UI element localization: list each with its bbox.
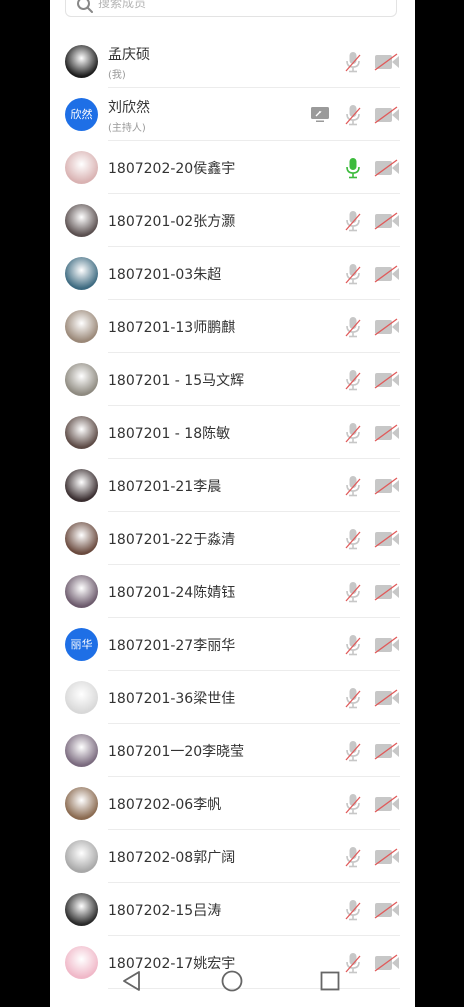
member-row[interactable]: 1807201-22于淼清 bbox=[50, 512, 415, 565]
recents-icon[interactable] bbox=[318, 969, 342, 993]
screen-share-icon[interactable] bbox=[310, 106, 330, 123]
android-nav-bar bbox=[50, 955, 415, 1007]
camera-off-icon[interactable] bbox=[374, 795, 400, 813]
camera-off-icon[interactable] bbox=[374, 212, 400, 230]
member-row[interactable]: 1807202-08郭广阔 bbox=[50, 830, 415, 883]
camera-off-icon[interactable] bbox=[374, 477, 400, 495]
mic-muted-icon[interactable] bbox=[345, 210, 361, 232]
camera-off-icon[interactable] bbox=[374, 689, 400, 707]
camera-off-icon[interactable] bbox=[374, 424, 400, 442]
member-name: 1807201-03朱超 bbox=[108, 267, 222, 283]
search-bar[interactable]: 搜索成员 bbox=[65, 0, 397, 17]
mic-muted-icon[interactable] bbox=[345, 422, 361, 444]
member-name: 孟庆硕 bbox=[108, 47, 150, 63]
mic-muted-icon[interactable] bbox=[345, 475, 361, 497]
member-row[interactable]: 1807201一20李晓莹 bbox=[50, 724, 415, 777]
avatar bbox=[65, 257, 98, 290]
member-name: 1807201一20李晓莹 bbox=[108, 744, 245, 760]
member-row[interactable]: 丽华 1807201-27李丽华 bbox=[50, 618, 415, 671]
camera-off-icon[interactable] bbox=[374, 53, 400, 71]
member-name: 1807202-06李帆 bbox=[108, 797, 222, 813]
mic-muted-icon[interactable] bbox=[345, 740, 361, 762]
avatar bbox=[65, 416, 98, 449]
member-name: 1807201-24陈婧钰 bbox=[108, 585, 236, 601]
member-name: 1807201-36梁世佳 bbox=[108, 691, 236, 707]
member-row[interactable]: 1807202-20侯鑫宇 bbox=[50, 141, 415, 194]
avatar bbox=[65, 151, 98, 184]
search-placeholder: 搜索成员 bbox=[98, 0, 147, 10]
member-name: 1807201-13师鹏麒 bbox=[108, 320, 236, 336]
mic-muted-icon[interactable] bbox=[345, 634, 361, 656]
avatar bbox=[65, 893, 98, 926]
avatar bbox=[65, 840, 98, 873]
mic-muted-icon[interactable] bbox=[345, 581, 361, 603]
camera-off-icon[interactable] bbox=[374, 583, 400, 601]
avatar bbox=[65, 734, 98, 767]
mic-muted-icon[interactable] bbox=[345, 528, 361, 550]
camera-off-icon[interactable] bbox=[374, 371, 400, 389]
camera-off-icon[interactable] bbox=[374, 742, 400, 760]
camera-off-icon[interactable] bbox=[374, 159, 400, 177]
mic-on-icon[interactable] bbox=[345, 157, 361, 179]
avatar bbox=[65, 681, 98, 714]
member-name: 1807201-22于淼清 bbox=[108, 532, 236, 548]
avatar bbox=[65, 204, 98, 237]
member-name: 1807201 - 15马文辉 bbox=[108, 373, 245, 389]
member-name: 1807201-27李丽华 bbox=[108, 638, 236, 654]
avatar bbox=[65, 310, 98, 343]
member-row[interactable]: 1807201-02张方灏 bbox=[50, 194, 415, 247]
camera-off-icon[interactable] bbox=[374, 318, 400, 336]
member-row[interactable]: 1807201-36梁世佳 bbox=[50, 671, 415, 724]
camera-off-icon[interactable] bbox=[374, 106, 400, 124]
member-name: 1807202-08郭广阔 bbox=[108, 850, 236, 866]
avatar bbox=[65, 522, 98, 555]
mic-muted-icon[interactable] bbox=[345, 51, 361, 73]
member-list-screen: 搜索成员 孟庆硕 (我) 欣然 刘欣然 (主持人) 1807202-20侯鑫宇 180720… bbox=[50, 0, 415, 1007]
mic-muted-icon[interactable] bbox=[345, 369, 361, 391]
member-name: 1807202-20侯鑫宇 bbox=[108, 161, 236, 177]
avatar bbox=[65, 469, 98, 502]
avatar: 丽华 bbox=[65, 628, 98, 661]
avatar bbox=[65, 45, 98, 78]
avatar bbox=[65, 787, 98, 820]
member-row[interactable]: 欣然 刘欣然 (主持人) bbox=[50, 88, 415, 141]
mic-muted-icon[interactable] bbox=[345, 687, 361, 709]
avatar bbox=[65, 363, 98, 396]
member-name: 1807202-15吕涛 bbox=[108, 903, 222, 919]
member-row[interactable]: 1807201-21李晨 bbox=[50, 459, 415, 512]
member-name: 1807201-21李晨 bbox=[108, 479, 222, 495]
member-name: 刘欣然 bbox=[108, 100, 150, 116]
mic-muted-icon[interactable] bbox=[345, 899, 361, 921]
member-row[interactable]: 1807201-13师鹏麒 bbox=[50, 300, 415, 353]
member-row[interactable]: 1807202-06李帆 bbox=[50, 777, 415, 830]
avatar: 欣然 bbox=[65, 98, 98, 131]
member-row[interactable]: 1807201-24陈婧钰 bbox=[50, 565, 415, 618]
home-icon[interactable] bbox=[220, 969, 244, 993]
mic-muted-icon[interactable] bbox=[345, 263, 361, 285]
mic-muted-icon[interactable] bbox=[345, 793, 361, 815]
member-row[interactable]: 1807202-15吕涛 bbox=[50, 883, 415, 936]
member-name: 1807201-02张方灏 bbox=[108, 214, 236, 230]
search-icon bbox=[77, 0, 93, 13]
member-row[interactable]: 1807201-03朱超 bbox=[50, 247, 415, 300]
camera-off-icon[interactable] bbox=[374, 848, 400, 866]
camera-off-icon[interactable] bbox=[374, 265, 400, 283]
member-row[interactable]: 1807201 - 18陈敏 bbox=[50, 406, 415, 459]
camera-off-icon[interactable] bbox=[374, 530, 400, 548]
back-icon[interactable] bbox=[120, 969, 144, 993]
member-row[interactable]: 1807201 - 15马文辉 bbox=[50, 353, 415, 406]
member-role: (我) bbox=[108, 70, 126, 81]
member-role: (主持人) bbox=[108, 123, 146, 134]
member-name: 1807201 - 18陈敏 bbox=[108, 426, 231, 442]
avatar bbox=[65, 575, 98, 608]
mic-muted-icon[interactable] bbox=[345, 846, 361, 868]
mic-muted-icon[interactable] bbox=[345, 316, 361, 338]
camera-off-icon[interactable] bbox=[374, 636, 400, 654]
member-list: 孟庆硕 (我) 欣然 刘欣然 (主持人) 1807202-20侯鑫宇 1807201-02张… bbox=[50, 35, 415, 989]
member-row[interactable]: 孟庆硕 (我) bbox=[50, 35, 415, 88]
mic-muted-icon[interactable] bbox=[345, 104, 361, 126]
camera-off-icon[interactable] bbox=[374, 901, 400, 919]
